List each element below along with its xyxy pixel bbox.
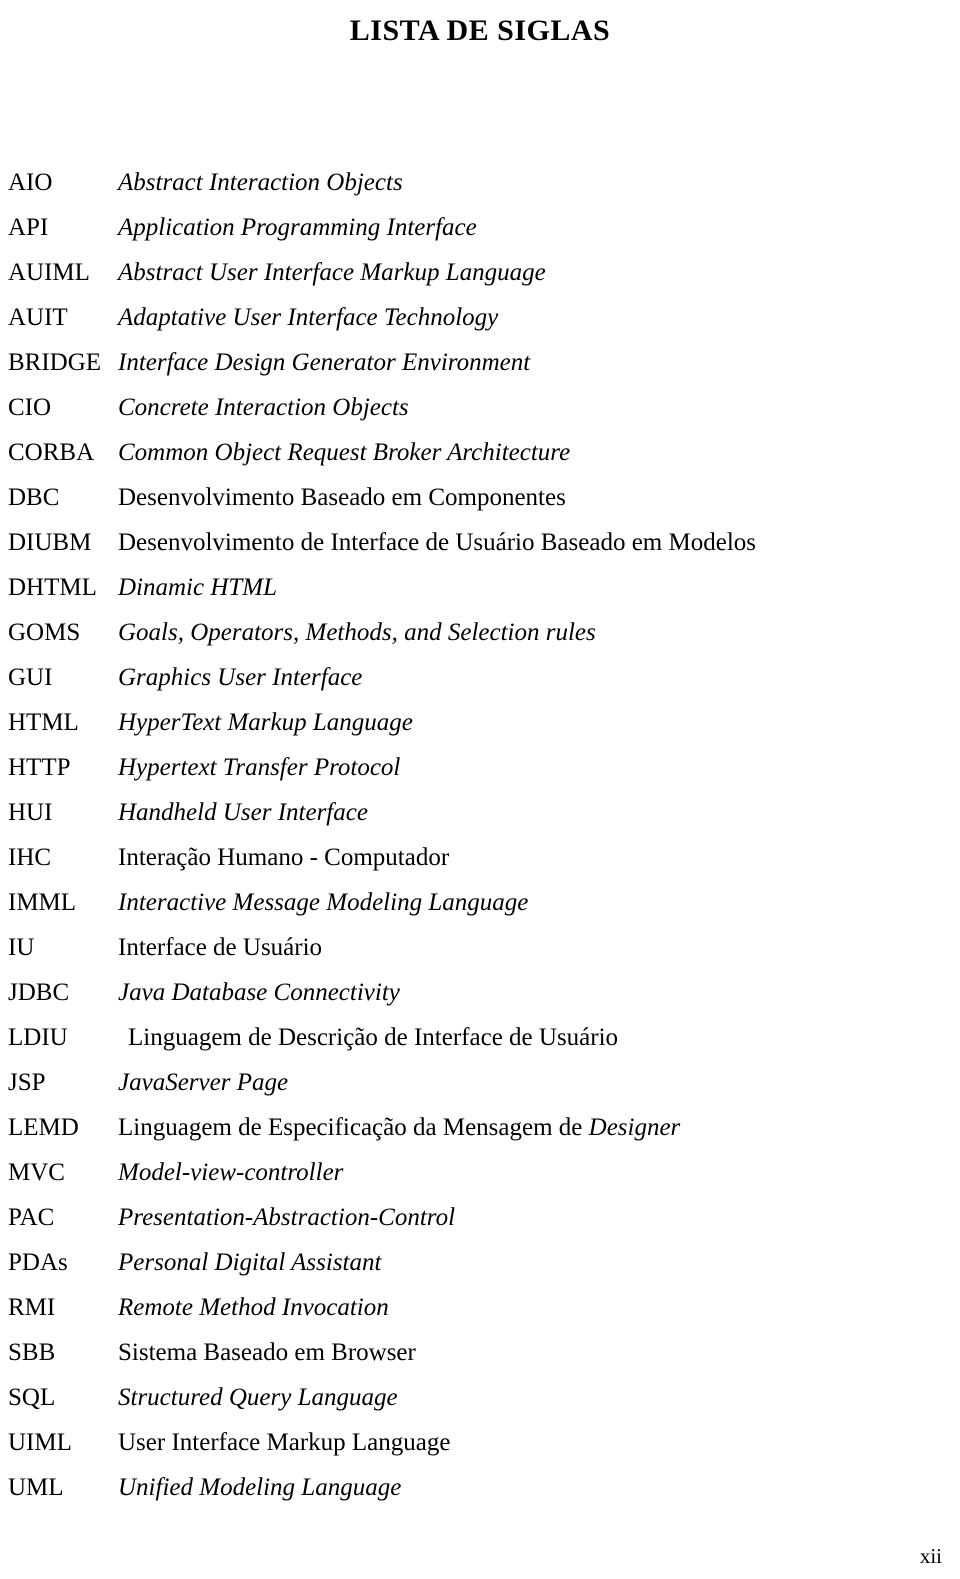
abbreviation-definition: Dinamic HTML	[118, 574, 278, 601]
abbreviation-term: MVC	[8, 1159, 65, 1186]
list-item: GOMS Goals, Operators, Methods, and Sele…	[0, 610, 960, 655]
abbreviation-definition: HyperText Markup Language	[118, 709, 413, 736]
list-item: SBB Sistema Baseado em Browser	[0, 1330, 960, 1375]
list-item: HUI Handheld User Interface	[0, 790, 960, 835]
abbreviation-term: UML	[8, 1474, 64, 1501]
list-item: DIUBM Desenvolvimento de Interface de Us…	[0, 520, 960, 565]
abbreviation-definition: Linguagem de Especificação da Mensagem d…	[118, 1105, 680, 1150]
abbreviation-term: SBB	[8, 1339, 56, 1366]
list-item: PDAs Personal Digital Assistant	[0, 1240, 960, 1285]
abbreviation-term: LEMD	[8, 1114, 79, 1141]
abbreviation-definition: Interação Humano - Computador	[118, 844, 450, 871]
abbreviation-term: HTML	[8, 709, 79, 736]
list-item: DBC Desenvolvimento Baseado em Component…	[0, 475, 960, 520]
lemd-regular-part: Linguagem de Especificação da Mensagem d…	[118, 1114, 589, 1141]
abbreviation-term: DIUBM	[8, 529, 92, 556]
list-item: AUIT Adaptative User Interface Technolog…	[0, 295, 960, 340]
list-item: IMML Interactive Message Modeling Langua…	[0, 880, 960, 925]
abbreviation-term: HUI	[8, 799, 53, 826]
abbreviation-term: JDBC	[8, 979, 70, 1006]
abbreviation-definition: Abstract Interaction Objects	[118, 169, 403, 196]
list-item: GUI Graphics User Interface	[0, 655, 960, 700]
abbreviation-term: IU	[8, 934, 35, 961]
abbreviation-term: PDAs	[8, 1249, 68, 1276]
list-item: LDIU Linguagem de Descrição de Interface…	[0, 1015, 960, 1060]
list-item: UML Unified Modeling Language	[0, 1465, 960, 1510]
abbreviation-term: AIO	[8, 169, 53, 196]
abbreviation-definition: Desenvolvimento de Interface de Usuário …	[118, 529, 756, 556]
list-item: IHC Interação Humano - Computador	[0, 835, 960, 880]
abbreviation-definition: Presentation-Abstraction-Control	[118, 1204, 456, 1231]
abbreviation-term: DBC	[8, 484, 60, 511]
abbreviation-term: UIML	[8, 1429, 72, 1456]
abbreviation-definition: Adaptative User Interface Technology	[118, 304, 499, 331]
abbreviation-term: PAC	[8, 1204, 55, 1231]
abbreviation-definition: Hypertext Transfer Protocol	[118, 754, 401, 781]
abbreviation-definition: Interface de Usuário	[118, 934, 323, 961]
abbreviation-term: BRIDGE	[8, 349, 102, 376]
abbreviation-definition: Desenvolvimento Baseado em Componentes	[118, 484, 566, 511]
page-title: LISTA DE SIGLAS	[349, 14, 611, 47]
abbreviation-term: LDIU	[8, 1024, 68, 1051]
list-item: UIML User Interface Markup Language	[0, 1420, 960, 1465]
abbreviation-definition: Remote Method Invocation	[118, 1294, 389, 1321]
abbreviation-term: AUIT	[8, 304, 68, 331]
lemd-italic-part: Designer	[588, 1114, 681, 1141]
abbreviation-term: DHTML	[8, 574, 97, 601]
list-item: API Application Programming Interface	[0, 205, 960, 250]
abbreviation-definition: Linguagem de Descrição de Interface de U…	[128, 1024, 619, 1051]
list-item: HTML HyperText Markup Language	[0, 700, 960, 745]
abbreviation-list: AIO Abstract Interaction Objects API App…	[0, 160, 960, 1510]
abbreviation-term: IMML	[8, 889, 77, 916]
abbreviation-term: CORBA	[8, 439, 95, 466]
list-item: MVC Model-view-controller	[0, 1150, 960, 1195]
abbreviation-definition: Sistema Baseado em Browser	[118, 1339, 416, 1366]
list-item: CORBA Common Object Request Broker Archi…	[0, 430, 960, 475]
abbreviation-definition: User Interface Markup Language	[118, 1429, 451, 1456]
list-item: IU Interface de Usuário	[0, 925, 960, 970]
abbreviation-definition: JavaServer Page	[118, 1069, 289, 1096]
abbreviation-definition: Unified Modeling Language	[118, 1474, 402, 1501]
abbreviation-term: RMI	[8, 1294, 56, 1321]
list-item: SQL Structured Query Language	[0, 1375, 960, 1420]
abbreviation-term: JSP	[8, 1069, 46, 1096]
abbreviation-term: API	[8, 214, 49, 241]
list-item: JSP JavaServer Page	[0, 1060, 960, 1105]
abbreviation-definition: Goals, Operators, Methods, and Selection…	[118, 619, 596, 646]
abbreviation-definition: Abstract User Interface Markup Language	[118, 259, 546, 286]
list-item: DHTML Dinamic HTML	[0, 565, 960, 610]
abbreviation-term: CIO	[8, 394, 52, 421]
abbreviation-definition: Java Database Connectivity	[118, 979, 400, 1006]
abbreviation-definition: Interactive Message Modeling Language	[118, 889, 529, 916]
abbreviation-definition: Handheld User Interface	[118, 799, 368, 826]
abbreviation-definition: Concrete Interaction Objects	[118, 394, 409, 421]
document-page: LISTA DE SIGLAS AIO Abstract Interaction…	[0, 8, 960, 1579]
abbreviation-term: GOMS	[8, 619, 81, 646]
list-item: RMI Remote Method Invocation	[0, 1285, 960, 1330]
abbreviation-term: HTTP	[8, 754, 71, 781]
page-number: xii	[919, 1544, 942, 1568]
abbreviation-term: SQL	[8, 1384, 56, 1411]
list-item: JDBC Java Database Connectivity	[0, 970, 960, 1015]
abbreviation-term: IHC	[8, 844, 52, 871]
list-item: AIO Abstract Interaction Objects	[0, 160, 960, 205]
abbreviation-definition: Structured Query Language	[118, 1384, 398, 1411]
abbreviation-definition: Model-view-controller	[118, 1159, 344, 1186]
list-item: LEMD Linguagem de Especificação da Mensa…	[0, 1105, 960, 1150]
abbreviation-term: GUI	[8, 664, 53, 691]
abbreviation-definition: Interface Design Generator Environment	[118, 349, 531, 376]
list-item: CIO Concrete Interaction Objects	[0, 385, 960, 430]
abbreviation-definition: Personal Digital Assistant	[118, 1249, 382, 1276]
list-item: BRIDGE Interface Design Generator Enviro…	[0, 340, 960, 385]
abbreviation-definition: Graphics User Interface	[118, 664, 363, 691]
list-item: HTTP Hypertext Transfer Protocol	[0, 745, 960, 790]
abbreviation-term: AUIML	[8, 259, 90, 286]
list-item: PAC Presentation-Abstraction-Control	[0, 1195, 960, 1240]
abbreviation-definition: Common Object Request Broker Architectur…	[118, 439, 571, 466]
abbreviation-definition: Application Programming Interface	[118, 214, 477, 241]
list-item: AUIML Abstract User Interface Markup Lan…	[0, 250, 960, 295]
